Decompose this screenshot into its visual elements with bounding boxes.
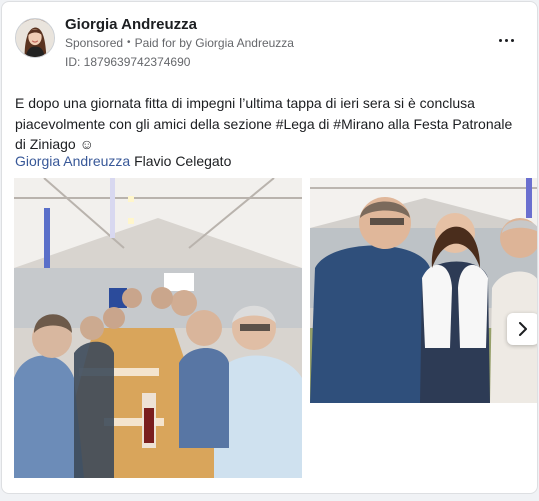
feed-background [0,494,539,501]
more-options-icon[interactable] [495,32,517,48]
paid-for-label[interactable]: Paid for by Giorgia Andreuzza [135,36,294,50]
post-text: E dopo una giornata fitta di impegni l’u… [15,95,513,152]
carousel-photo-1[interactable] [14,178,302,478]
chevron-right-icon[interactable] [507,313,537,345]
post-header: Giorgia Andreuzza Sponsored • Paid for b… [2,2,537,82]
author-name[interactable]: Giorgia Andreuzza [65,16,197,33]
carousel-photo-2[interactable] [310,178,537,403]
sponsored-line: Sponsored • Paid for by Giorgia Andreuzz… [65,36,294,50]
author-avatar[interactable] [15,18,55,58]
tagged-people: Giorgia Andreuzza Flavio Celegato [15,151,231,171]
ad-post-card: Giorgia Andreuzza Sponsored • Paid for b… [1,1,538,494]
sponsored-label: Sponsored [65,36,124,50]
mention-giorgia-andreuzza[interactable]: Giorgia Andreuzza [15,153,130,169]
separator-dot: • [127,37,131,48]
ad-id: ID: 1879639742374690 [65,55,191,69]
photo-carousel [2,178,537,478]
mention-flavio-celegato: Flavio Celegato [134,153,232,169]
